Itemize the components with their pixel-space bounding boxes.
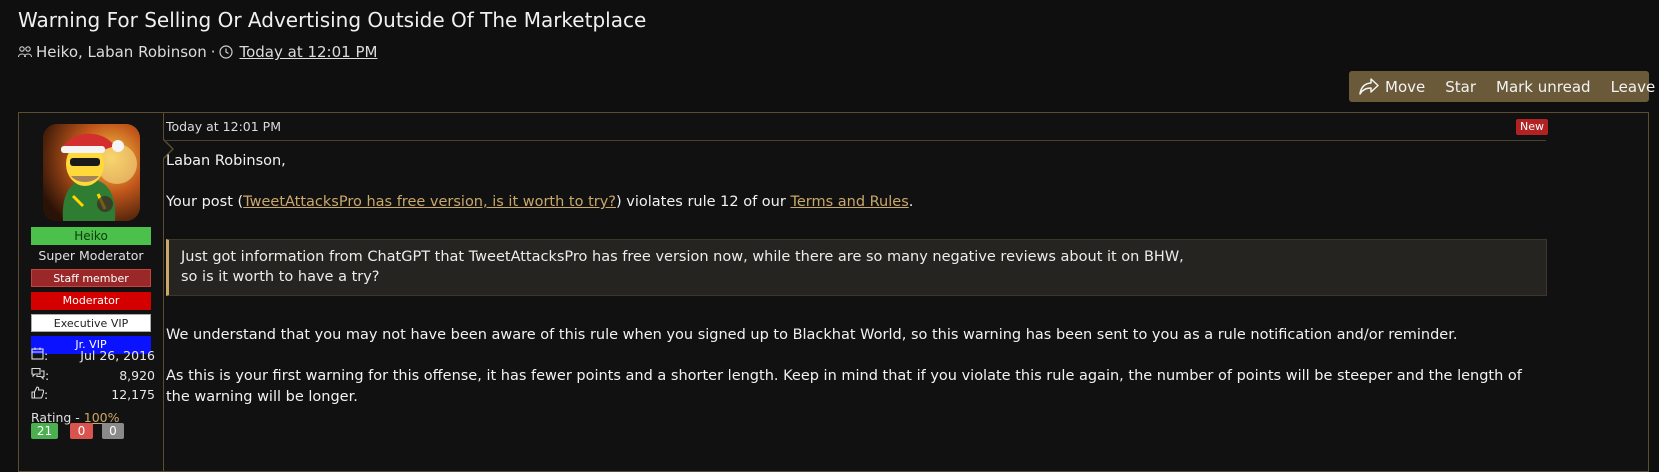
- quote-line: so is it worth to have a try?: [181, 269, 380, 285]
- thread-actions-bar: Move Star Mark unread Leave: [1349, 71, 1655, 102]
- star-button[interactable]: Star: [1445, 78, 1476, 96]
- new-badge: New: [1516, 119, 1548, 135]
- username-badge[interactable]: Heiko: [31, 227, 151, 245]
- share-arrow-icon: [1359, 78, 1385, 95]
- reactions-stat: : 12,175: [31, 386, 155, 402]
- message-time[interactable]: Today at 12:01 PM: [166, 113, 281, 140]
- rating-positive[interactable]: 21: [31, 423, 58, 439]
- moderator-badge: Moderator: [31, 292, 151, 310]
- staff-member-badge: Staff member: [31, 269, 151, 287]
- clock-icon: [219, 45, 234, 59]
- rating-neutral[interactable]: 0: [102, 423, 124, 439]
- message-content: Today at 12:01 PM New Laban Robinson, Yo…: [165, 113, 1649, 471]
- move-label: Move: [1385, 77, 1426, 96]
- meta-separator: ·: [210, 43, 216, 61]
- message-count: 8,920: [119, 367, 155, 383]
- thread-meta: Heiko, Laban Robinson · Today at 12:01 P…: [18, 43, 377, 61]
- notification-paragraph: We understand that you may not have been…: [166, 327, 1458, 343]
- thumbs-up-icon: [31, 386, 45, 402]
- joined-stat: : Jul 26, 2016: [31, 347, 155, 363]
- stat-separator: :: [44, 347, 49, 363]
- joined-date: Jul 26, 2016: [80, 347, 155, 363]
- users-icon: [18, 46, 32, 58]
- rating-negative[interactable]: 0: [70, 423, 93, 439]
- message-header: Today at 12:01 PM New: [166, 113, 1548, 141]
- violation-paragraph: Your post (TweetAttacksPro has free vers…: [166, 192, 913, 212]
- message-container: Heiko Super Moderator Staff member Moder…: [18, 112, 1649, 472]
- terms-link[interactable]: Terms and Rules: [790, 194, 908, 210]
- reaction-score: 12,175: [111, 386, 155, 402]
- violation-middle: ) violates rule 12 of our: [616, 194, 791, 210]
- page-title: Warning For Selling Or Advertising Outsi…: [18, 8, 647, 32]
- greeting: Laban Robinson,: [166, 153, 286, 169]
- user-title: Super Moderator: [38, 248, 144, 263]
- thread-date-link[interactable]: Today at 12:01 PM: [239, 43, 377, 61]
- user-info-column: Heiko Super Moderator Staff member Moder…: [19, 113, 174, 471]
- first-warning-paragraph: As this is your first warning for this o…: [166, 368, 1522, 405]
- leave-button[interactable]: Leave: [1611, 78, 1656, 96]
- move-button[interactable]: Move: [1359, 78, 1425, 96]
- post-link[interactable]: TweetAttacksPro has free version, is it …: [243, 194, 616, 210]
- quote-line: Just got information from ChatGPT that T…: [181, 249, 1184, 265]
- quote-block: Just got information from ChatGPT that T…: [166, 239, 1547, 296]
- avatar[interactable]: [43, 124, 140, 221]
- stat-separator: :: [44, 386, 49, 402]
- violation-suffix: .: [908, 194, 914, 210]
- mark-unread-button[interactable]: Mark unread: [1496, 78, 1591, 96]
- executive-vip-badge: Executive VIP: [31, 314, 151, 332]
- thread-participants[interactable]: Heiko, Laban Robinson: [36, 43, 207, 61]
- messages-stat: : 8,920: [31, 367, 155, 383]
- stat-separator: :: [45, 367, 50, 383]
- calendar-icon: [31, 347, 44, 363]
- comments-icon: [31, 367, 45, 383]
- violation-prefix: Your post (: [166, 194, 244, 210]
